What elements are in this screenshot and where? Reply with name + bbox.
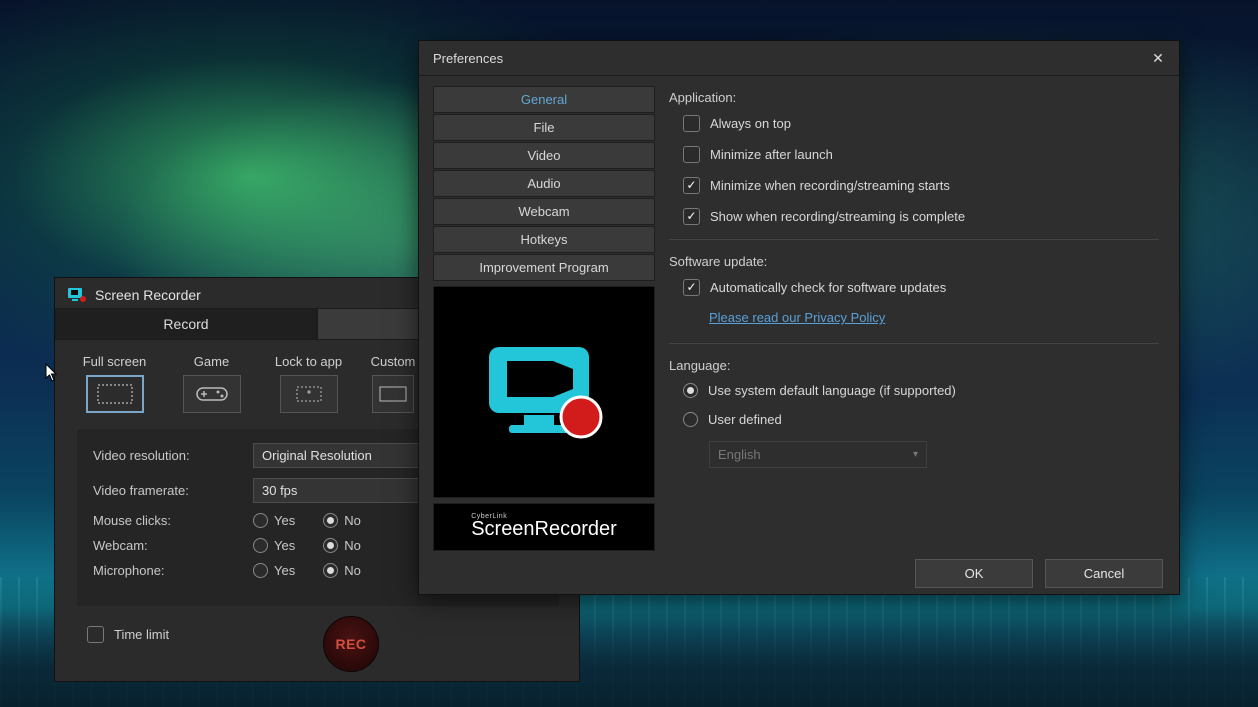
time-limit-checkbox[interactable] <box>87 626 104 643</box>
brand-main: ScreenRecorder <box>471 518 617 540</box>
minimize-after-launch-checkbox[interactable] <box>683 146 700 163</box>
sidebar-item-general[interactable]: General <box>433 86 655 113</box>
privacy-policy-link[interactable]: Please read our Privacy Policy <box>709 310 1159 325</box>
preferences-titlebar: Preferences ✕ <box>419 41 1179 76</box>
preferences-title: Preferences <box>433 51 503 66</box>
sidebar-logo <box>433 286 655 498</box>
mouse-yes-radio[interactable]: Yes <box>253 513 295 528</box>
mode-game-button[interactable] <box>183 375 241 413</box>
auto-check-updates-checkbox[interactable] <box>683 279 700 296</box>
sidebar-item-audio[interactable]: Audio <box>433 170 655 197</box>
mode-lock-label: Lock to app <box>275 354 342 369</box>
mode-custom-button[interactable] <box>372 375 414 413</box>
ok-button[interactable]: OK <box>915 559 1033 588</box>
divider <box>669 239 1159 240</box>
minimize-after-launch-label: Minimize after launch <box>710 147 833 162</box>
mode-game-label: Game <box>194 354 229 369</box>
always-on-top-checkbox[interactable] <box>683 115 700 132</box>
webcam-yes-radio[interactable]: Yes <box>253 538 295 553</box>
mic-yes-radio[interactable]: Yes <box>253 563 295 578</box>
screenrecorder-logo-icon <box>469 327 619 457</box>
sidebar-item-webcam[interactable]: Webcam <box>433 198 655 225</box>
sidebar-item-file[interactable]: File <box>433 114 655 141</box>
preferences-dialog: Preferences ✕ General File Video Audio W… <box>418 40 1180 595</box>
preferences-sidebar: General File Video Audio Webcam Hotkeys … <box>433 86 655 559</box>
time-limit-label: Time limit <box>114 627 169 642</box>
language-heading: Language: <box>669 358 1159 373</box>
show-when-complete-checkbox[interactable] <box>683 208 700 225</box>
app-title: Screen Recorder <box>95 287 201 303</box>
sidebar-item-improvement[interactable]: Improvement Program <box>433 254 655 281</box>
microphone-label: Microphone: <box>93 563 243 578</box>
app-logo-icon <box>67 286 87 304</box>
minimize-when-recording-checkbox[interactable] <box>683 177 700 194</box>
auto-check-updates-label: Automatically check for software updates <box>710 280 946 295</box>
preferences-content: Application: Always on top Minimize afte… <box>669 86 1165 559</box>
minimize-when-recording-label: Minimize when recording/streaming starts <box>710 178 950 193</box>
application-heading: Application: <box>669 90 1159 105</box>
language-dropdown: English <box>709 441 927 468</box>
sidebar-item-hotkeys[interactable]: Hotkeys <box>433 226 655 253</box>
record-button-label: REC <box>335 636 366 652</box>
language-value: English <box>718 447 761 462</box>
cancel-button[interactable]: Cancel <box>1045 559 1163 588</box>
close-icon[interactable]: ✕ <box>1147 49 1169 67</box>
gamepad-icon <box>194 384 230 404</box>
always-on-top-label: Always on top <box>710 116 791 131</box>
show-when-complete-label: Show when recording/streaming is complet… <box>710 209 965 224</box>
preferences-footer: OK Cancel <box>419 559 1179 602</box>
lock-to-app-icon <box>289 382 329 406</box>
framerate-label: Video framerate: <box>93 483 243 498</box>
fullscreen-icon <box>95 382 135 406</box>
mode-custom-label: Custom <box>371 354 416 369</box>
sidebar-item-video[interactable]: Video <box>433 142 655 169</box>
language-system-label: Use system default language (if supporte… <box>708 383 956 398</box>
language-user-radio[interactable] <box>683 412 698 427</box>
language-system-radio[interactable] <box>683 383 698 398</box>
webcam-label: Webcam: <box>93 538 243 553</box>
resolution-label: Video resolution: <box>93 448 243 463</box>
custom-icon <box>376 382 410 406</box>
mode-fullscreen-label: Full screen <box>83 354 147 369</box>
divider <box>669 343 1159 344</box>
tab-record[interactable]: Record <box>55 308 317 340</box>
webcam-no-radio[interactable]: No <box>323 538 361 553</box>
language-user-label: User defined <box>708 412 782 427</box>
resolution-value: Original Resolution <box>262 448 372 463</box>
sidebar-brand: CyberLink ScreenRecorder <box>433 503 655 551</box>
mouse-no-radio[interactable]: No <box>323 513 361 528</box>
software-update-heading: Software update: <box>669 254 1159 269</box>
mode-lock-button[interactable] <box>280 375 338 413</box>
mouse-clicks-label: Mouse clicks: <box>93 513 243 528</box>
mic-no-radio[interactable]: No <box>323 563 361 578</box>
record-button[interactable]: REC <box>323 616 379 672</box>
framerate-value: 30 fps <box>262 483 297 498</box>
mode-fullscreen-button[interactable] <box>86 375 144 413</box>
